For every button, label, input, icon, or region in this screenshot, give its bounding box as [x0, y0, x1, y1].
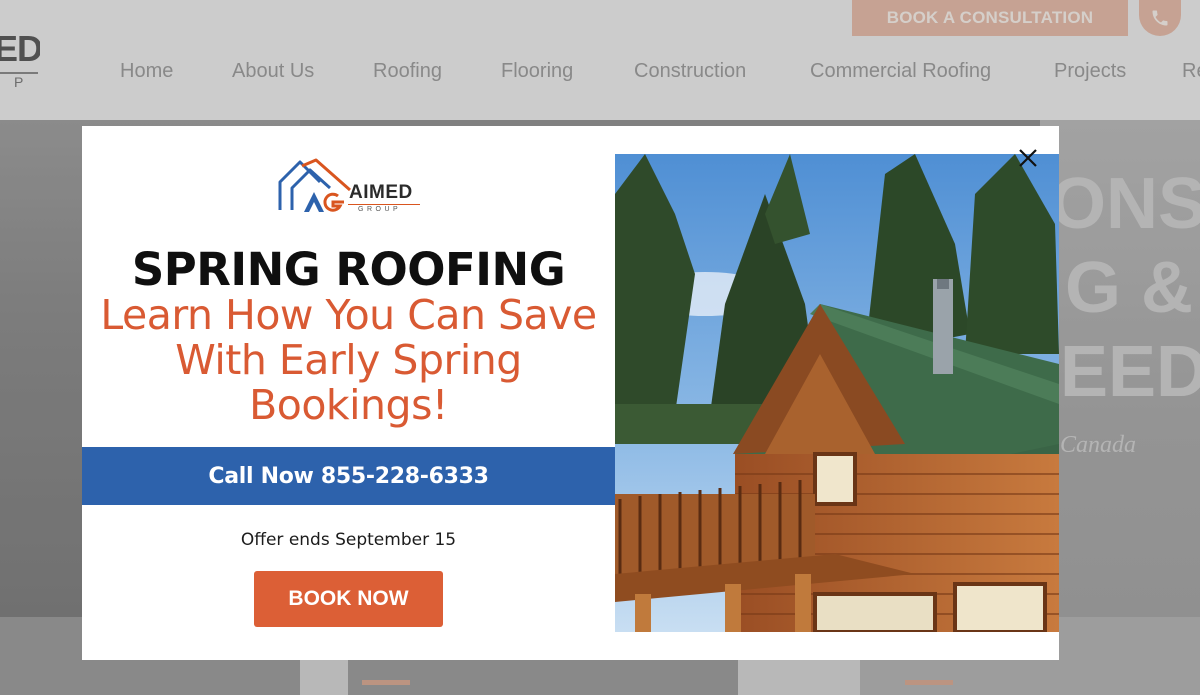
house-logo-icon [278, 158, 351, 212]
offer-deadline: Offer ends September 15 [240, 530, 457, 550]
brand-name: AIMED [349, 182, 413, 203]
book-now-button[interactable]: BOOK NOW [254, 571, 443, 627]
popup-subhead: Learn How You Can Save With Early Spring… [100, 291, 597, 429]
log-cabin-photo [615, 154, 1059, 632]
popup-headline: SPRING ROOFING [131, 243, 566, 296]
close-popup-button[interactable] [1015, 145, 1041, 171]
brand-divider [348, 204, 420, 205]
brand-subtitle: GROUP [358, 206, 402, 213]
aimed-group-logo: AIMED GROUP [278, 158, 428, 216]
close-icon [1019, 149, 1037, 167]
call-now-button[interactable]: Call Now 855-228-6333 [82, 447, 615, 505]
